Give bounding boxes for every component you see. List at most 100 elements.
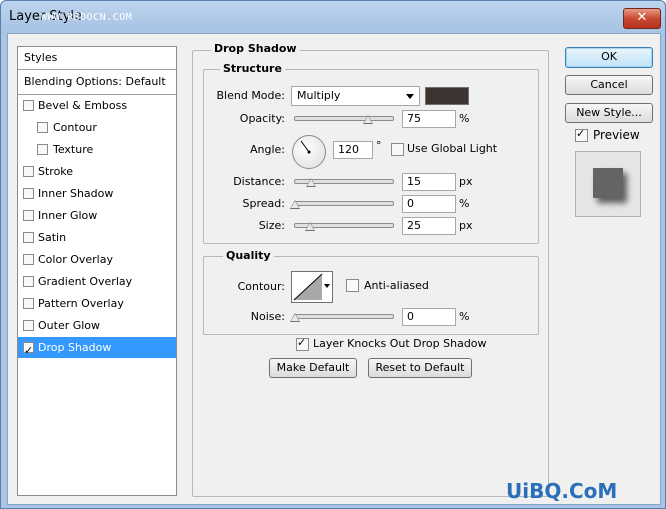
distance-label: Distance: bbox=[233, 175, 285, 188]
preview-square bbox=[593, 168, 623, 198]
style-item-satin[interactable]: Satin bbox=[18, 227, 176, 248]
spread-field[interactable]: 0 bbox=[402, 195, 456, 213]
preview-label: Preview bbox=[593, 128, 640, 142]
quality-heading: Quality bbox=[223, 249, 274, 262]
style-item-checkbox[interactable] bbox=[37, 144, 48, 155]
spread-slider[interactable] bbox=[294, 201, 394, 206]
blending-options-item[interactable]: Blending Options: Default bbox=[18, 70, 176, 95]
drop-shadow-heading: Drop Shadow bbox=[211, 42, 300, 55]
style-item-stroke[interactable]: Stroke bbox=[18, 161, 176, 182]
style-preview-thumbnail bbox=[575, 151, 641, 217]
chevron-down-icon bbox=[406, 94, 414, 99]
style-item-label: Drop Shadow bbox=[38, 341, 112, 354]
size-field[interactable]: 25 bbox=[402, 217, 456, 235]
style-item-color-overlay[interactable]: Color Overlay bbox=[18, 249, 176, 270]
reset-to-default-button[interactable]: Reset to Default bbox=[368, 358, 472, 378]
ok-button[interactable]: OK bbox=[565, 47, 653, 68]
contour-label: Contour: bbox=[237, 280, 285, 293]
close-button[interactable]: ✕ bbox=[623, 8, 661, 29]
noise-field[interactable]: 0 bbox=[402, 308, 456, 326]
anti-aliased-label: Anti-aliased bbox=[364, 279, 429, 292]
opacity-field[interactable]: 75 bbox=[402, 110, 456, 128]
size-label: Size: bbox=[258, 219, 285, 232]
spread-unit: % bbox=[459, 197, 470, 210]
style-item-checkbox[interactable] bbox=[23, 232, 34, 243]
style-item-checkbox[interactable] bbox=[23, 340, 34, 361]
angle-unit: ° bbox=[376, 139, 382, 152]
style-item-label: Gradient Overlay bbox=[38, 275, 133, 288]
size-slider-thumb[interactable] bbox=[305, 222, 315, 231]
opacity-slider[interactable] bbox=[294, 116, 394, 121]
distance-field[interactable]: 15 bbox=[402, 173, 456, 191]
blend-mode-select[interactable]: Multiply bbox=[291, 86, 420, 106]
angle-dial-needle bbox=[300, 140, 311, 154]
shadow-color-swatch[interactable] bbox=[425, 87, 469, 105]
new-style-button[interactable]: New Style... bbox=[565, 103, 653, 123]
style-item-label: Satin bbox=[38, 231, 67, 244]
anti-aliased-checkbox[interactable] bbox=[346, 279, 359, 292]
style-item-checkbox[interactable] bbox=[23, 320, 34, 331]
style-item-label: Color Overlay bbox=[38, 253, 113, 266]
style-item-gradient-overlay[interactable]: Gradient Overlay bbox=[18, 271, 176, 292]
style-item-checkbox[interactable] bbox=[23, 100, 34, 111]
style-item-checkbox[interactable] bbox=[23, 298, 34, 309]
style-item-label: Contour bbox=[53, 121, 97, 134]
cancel-button[interactable]: Cancel bbox=[565, 75, 653, 95]
style-item-label: Outer Glow bbox=[38, 319, 101, 332]
styles-header[interactable]: Styles bbox=[18, 47, 176, 70]
angle-field[interactable]: 120 bbox=[333, 141, 373, 159]
opacity-label: Opacity: bbox=[239, 112, 285, 125]
style-item-inner-glow[interactable]: Inner Glow bbox=[18, 205, 176, 226]
layer-knocks-out-label: Layer Knocks Out Drop Shadow bbox=[313, 337, 487, 350]
watermark-text: WWW.REDOCN.COM bbox=[41, 12, 133, 23]
title-bar[interactable]: Layer Style WWW.REDOCN.COM ✕ bbox=[1, 1, 665, 33]
opacity-unit: % bbox=[459, 112, 470, 125]
style-item-label: Inner Glow bbox=[38, 209, 98, 222]
spread-slider-thumb[interactable] bbox=[290, 200, 300, 209]
style-item-label: Stroke bbox=[38, 165, 74, 178]
style-item-texture[interactable]: Texture bbox=[18, 139, 176, 160]
structure-heading: Structure bbox=[220, 62, 285, 75]
style-item-inner-shadow[interactable]: Inner Shadow bbox=[18, 183, 176, 204]
noise-label: Noise: bbox=[250, 310, 285, 323]
style-item-drop-shadow[interactable]: Drop Shadow bbox=[18, 337, 176, 361]
make-default-button[interactable]: Make Default bbox=[269, 358, 357, 378]
contour-picker[interactable] bbox=[291, 271, 333, 303]
distance-slider-thumb[interactable] bbox=[306, 178, 316, 187]
layer-style-dialog: Layer Style WWW.REDOCN.COM ✕ Styles Blen… bbox=[0, 0, 666, 509]
blend-mode-label: Blend Mode: bbox=[216, 89, 286, 102]
style-item-checkbox[interactable] bbox=[23, 210, 34, 221]
style-item-outer-glow[interactable]: Outer Glow bbox=[18, 315, 176, 336]
layer-knocks-out-checkbox[interactable] bbox=[296, 336, 309, 351]
preview-checkbox[interactable] bbox=[575, 127, 588, 142]
style-item-label: Texture bbox=[53, 143, 94, 156]
quality-group bbox=[203, 256, 539, 335]
opacity-slider-thumb[interactable] bbox=[362, 115, 373, 124]
close-icon: ✕ bbox=[636, 10, 648, 25]
use-global-light-checkbox[interactable] bbox=[391, 143, 404, 156]
distance-unit: px bbox=[459, 175, 473, 188]
style-item-label: Bevel & Emboss bbox=[38, 99, 128, 112]
style-item-checkbox[interactable] bbox=[23, 254, 34, 265]
angle-label: Angle: bbox=[249, 143, 285, 156]
noise-slider-thumb[interactable] bbox=[290, 313, 300, 322]
angle-dial[interactable] bbox=[292, 135, 326, 169]
style-item-checkbox[interactable] bbox=[37, 122, 48, 133]
style-item-label: Pattern Overlay bbox=[38, 297, 124, 310]
style-item-checkbox[interactable] bbox=[23, 276, 34, 287]
style-item-checkbox[interactable] bbox=[23, 166, 34, 177]
style-item-bevel-emboss[interactable]: Bevel & Emboss bbox=[18, 95, 176, 116]
size-unit: px bbox=[459, 219, 473, 232]
noise-slider[interactable] bbox=[294, 314, 394, 319]
style-item-checkbox[interactable] bbox=[23, 188, 34, 199]
noise-unit: % bbox=[459, 310, 470, 323]
style-item-contour[interactable]: Contour bbox=[18, 117, 176, 138]
style-item-label: Inner Shadow bbox=[38, 187, 114, 200]
styles-list: Styles Blending Options: Default Bevel &… bbox=[17, 46, 177, 496]
style-item-pattern-overlay[interactable]: Pattern Overlay bbox=[18, 293, 176, 314]
spread-label: Spread: bbox=[242, 197, 285, 210]
use-global-light-label: Use Global Light bbox=[407, 142, 498, 155]
footer-watermark: UiBQ.CoM bbox=[506, 479, 618, 503]
contour-curve-icon bbox=[293, 273, 330, 301]
dialog-body: Styles Blending Options: Default Bevel &… bbox=[7, 33, 661, 505]
